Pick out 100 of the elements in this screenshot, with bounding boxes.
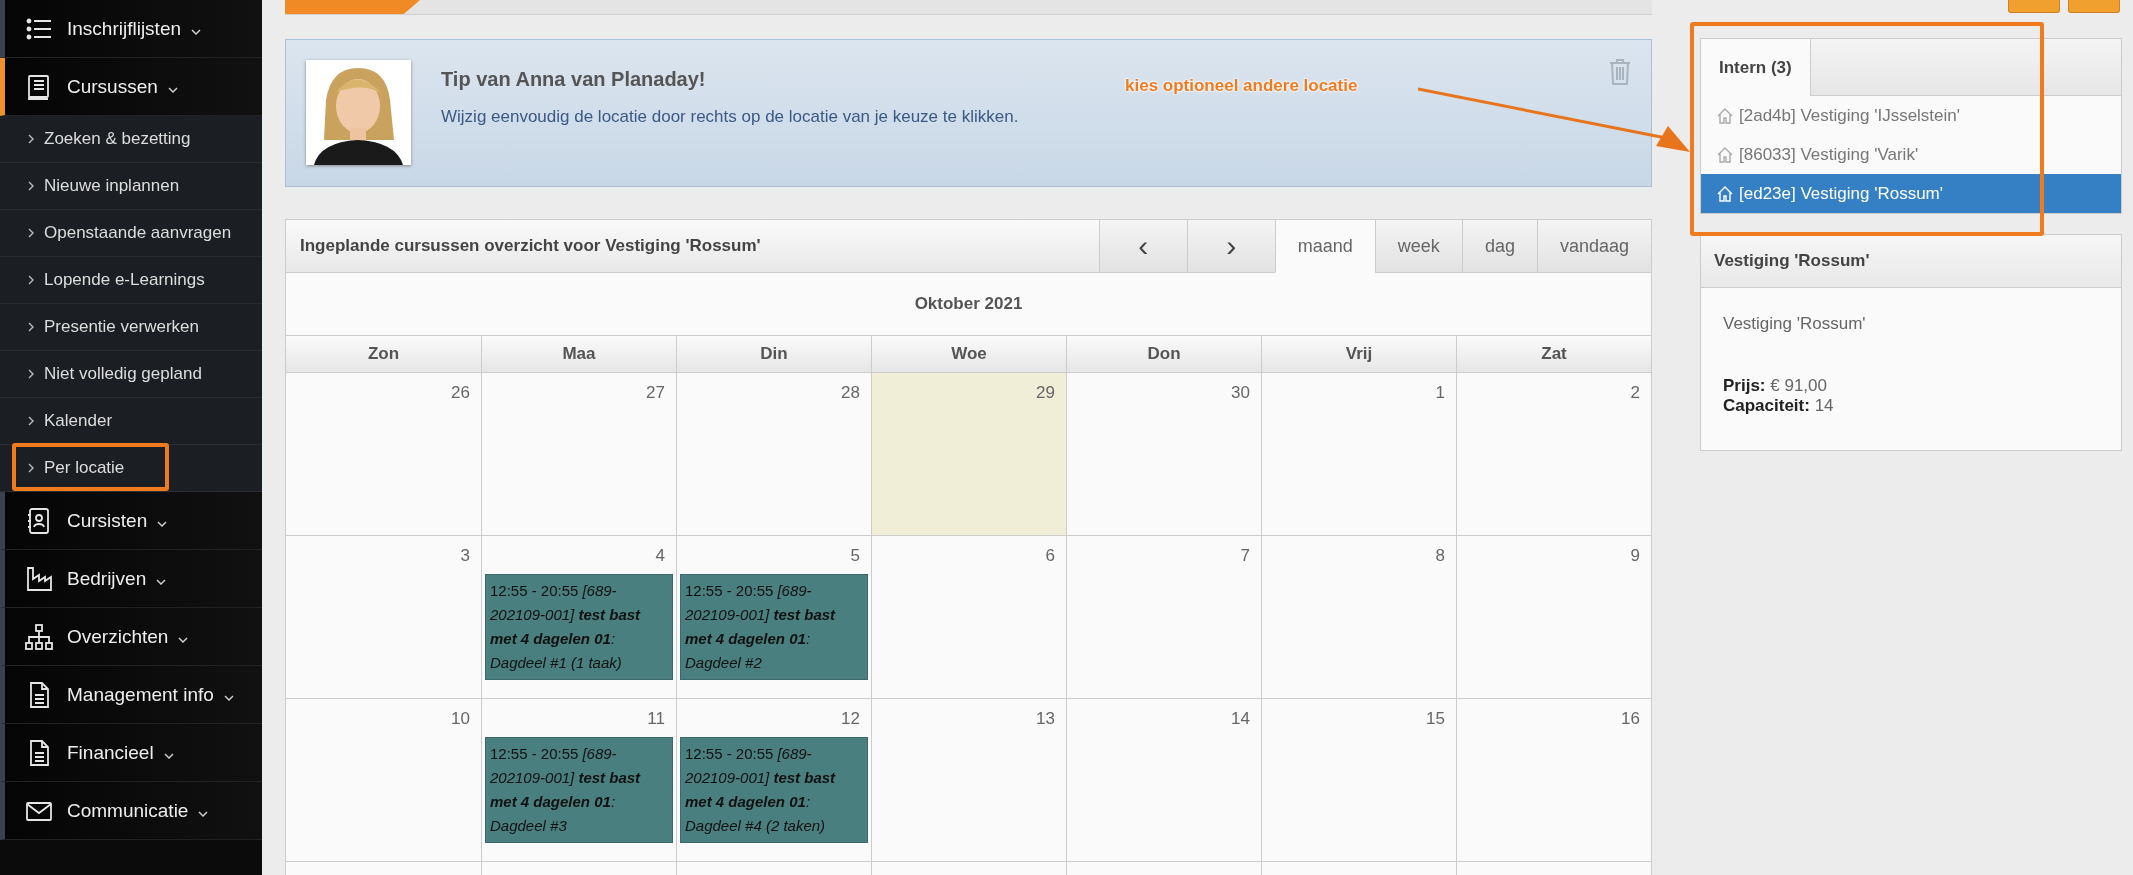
view-tab[interactable]: maand xyxy=(1274,220,1375,273)
weekday-header: Don xyxy=(1066,335,1261,373)
chevron-right-icon xyxy=(28,134,34,144)
day-number: 28 xyxy=(840,382,861,404)
day-number: 15 xyxy=(1425,708,1446,730)
sidebar-item[interactable]: Cursisten xyxy=(0,492,262,550)
day-number: 7 xyxy=(1239,545,1251,567)
weekday-header: Vrij xyxy=(1261,335,1456,373)
day-number: 14 xyxy=(1230,708,1251,730)
view-tab[interactable]: dag xyxy=(1461,220,1537,272)
card-title: Vestiging 'Rossum' xyxy=(1701,235,2121,288)
submenu-item[interactable]: Presentie verwerken xyxy=(0,304,262,351)
day-cell[interactable]: 4 12:55 - 20:55 [689-202109-001] test bast met 4 dagelen 01: Dagdeel #1 (1 taak) xyxy=(481,536,676,699)
chevron-down-icon xyxy=(156,578,167,585)
tip-text: Wijzig eenvoudig de locatie door rechts op de locatie van je keuze te klikken. xyxy=(441,107,1019,127)
calendar-event[interactable]: 12:55 - 20:55 [689-202109-001] test bast met 4 dagelen 01: Dagdeel #1 (1 taak) xyxy=(485,574,673,680)
day-number: 3 xyxy=(459,545,471,567)
view-tab[interactable]: week xyxy=(1374,220,1462,272)
calendar-event[interactable]: 12:55 - 20:55 [689-202109-001] test bast met 4 dagelen 01: Dagdeel #4 (2 taken) xyxy=(680,737,868,843)
day-cell[interactable]: 13 xyxy=(871,699,1066,862)
sidebar-item[interactable]: Inschrijflijsten xyxy=(0,0,262,58)
weekday-header: Zon xyxy=(286,335,481,373)
weekday-header: Zat xyxy=(1456,335,1651,373)
sidebar-item[interactable]: Financieel xyxy=(0,724,262,782)
day-cell[interactable]: 2 xyxy=(1456,373,1651,536)
day-number: 5 xyxy=(849,545,861,567)
submenu-item[interactable]: Per locatie xyxy=(0,445,262,492)
tip-title: Tip van Anna van Planaday! xyxy=(441,68,707,91)
trash-icon[interactable] xyxy=(1609,58,1631,86)
toolbar-button[interactable] xyxy=(2068,0,2120,13)
next-button[interactable]: › xyxy=(1186,220,1275,272)
hierarchy-icon xyxy=(25,622,53,651)
weekday-header: Maa xyxy=(481,335,676,373)
chevron-down-icon xyxy=(223,694,234,701)
factory-icon xyxy=(25,564,53,593)
day-cell[interactable]: 30 xyxy=(1066,373,1261,536)
submenu-item[interactable]: Zoeken & bezetting xyxy=(0,116,262,163)
calendar-event[interactable]: 12:55 - 20:55 [689-202109-001] test bast met 4 dagelen 01: Dagdeel #3 xyxy=(485,737,673,843)
sidebar-item[interactable]: Overzichten xyxy=(0,608,262,666)
chevron-right-icon xyxy=(28,322,34,332)
home-icon xyxy=(1717,185,1733,202)
month-title: Oktober 2021 xyxy=(913,293,1024,315)
sidebar-item[interactable]: Cursussen xyxy=(0,58,262,116)
day-cell[interactable]: 6 xyxy=(871,536,1066,699)
toolbar-button[interactable] xyxy=(2008,0,2060,13)
active-tab[interactable] xyxy=(285,0,420,14)
chevron-down-icon xyxy=(167,86,178,93)
day-cell[interactable]: 11 12:55 - 20:55 [689-202109-001] test bast met 4 dagelen 01: Dagdeel #3 xyxy=(481,699,676,862)
home-icon xyxy=(1717,107,1733,124)
day-number: 2 xyxy=(1629,382,1641,404)
day-number: 4 xyxy=(654,545,666,567)
chevron-right-icon xyxy=(28,181,34,191)
chevron-right-icon xyxy=(28,275,34,285)
day-cell[interactable]: 9 xyxy=(1456,536,1651,699)
day-number: 8 xyxy=(1434,545,1446,567)
day-cell[interactable]: 27 xyxy=(481,373,676,536)
submenu-item[interactable]: Lopende e-Learnings xyxy=(0,257,262,304)
day-cell[interactable]: 3 xyxy=(286,536,481,699)
chevron-right-icon xyxy=(28,369,34,379)
day-number: 10 xyxy=(450,708,471,730)
location-item[interactable]: [ed23e] Vestiging 'Rossum' xyxy=(1701,174,2121,213)
chevron-right-icon xyxy=(28,463,34,473)
day-cell[interactable]: 5 12:55 - 20:55 [689-202109-001] test bast met 4 dagelen 01: Dagdeel #2 xyxy=(676,536,871,699)
chevron-right-icon xyxy=(28,228,34,238)
chevron-right-icon xyxy=(28,416,34,426)
day-cell[interactable]: 7 xyxy=(1066,536,1261,699)
sidebar-item[interactable]: Communicatie xyxy=(0,782,262,840)
location-item[interactable]: [86033] Vestiging 'Varik' xyxy=(1701,135,2121,174)
day-cell[interactable]: 14 xyxy=(1066,699,1261,862)
day-number: 26 xyxy=(450,382,471,404)
previous-button[interactable]: ‹ xyxy=(1098,220,1187,272)
day-cell[interactable]: 1 xyxy=(1261,373,1456,536)
day-cell[interactable]: 12 12:55 - 20:55 [689-202109-001] test bast met 4 dagelen 01: Dagdeel #4 (2 taken) xyxy=(676,699,871,862)
submenu-item[interactable]: Nieuwe inplannen xyxy=(0,163,262,210)
day-number: 30 xyxy=(1230,382,1251,404)
sidebar-item[interactable]: Bedrijven xyxy=(0,550,262,608)
calendar-event[interactable]: 12:55 - 20:55 [689-202109-001] test bast met 4 dagelen 01: Dagdeel #2 xyxy=(680,574,868,680)
day-cell[interactable]: 15 xyxy=(1261,699,1456,862)
chevron-down-icon xyxy=(178,636,189,643)
day-cell[interactable]: 10 xyxy=(286,699,481,862)
day-number: 13 xyxy=(1035,708,1056,730)
submenu-item[interactable]: Niet volledig gepland xyxy=(0,351,262,398)
submenu-item[interactable]: Openstaande aanvragen xyxy=(0,210,262,257)
day-cell[interactable]: 16 xyxy=(1456,699,1651,862)
chevron-down-icon xyxy=(191,28,202,35)
submenu-item[interactable]: Kalender xyxy=(0,398,262,445)
location-tab[interactable]: Intern (3) xyxy=(1701,39,1811,96)
view-tab[interactable]: vandaag xyxy=(1536,220,1651,272)
annotation-label: kies optioneel andere locatie xyxy=(1125,76,1358,96)
detail-field: Prijs: € 91,00 xyxy=(1723,376,1827,396)
day-cell[interactable]: 8 xyxy=(1261,536,1456,699)
location-item[interactable]: [2ad4b] Vestiging 'IJsselstein' xyxy=(1701,96,2121,135)
chevron-down-icon xyxy=(157,520,168,527)
day-number: 16 xyxy=(1620,708,1641,730)
day-cell[interactable]: 26 xyxy=(286,373,481,536)
chevron-down-icon xyxy=(198,810,209,817)
day-cell[interactable]: 29 xyxy=(871,373,1066,536)
weekday-header: Woe xyxy=(871,335,1066,373)
sidebar-item[interactable]: Management info xyxy=(0,666,262,724)
day-number: 29 xyxy=(1035,382,1056,404)
